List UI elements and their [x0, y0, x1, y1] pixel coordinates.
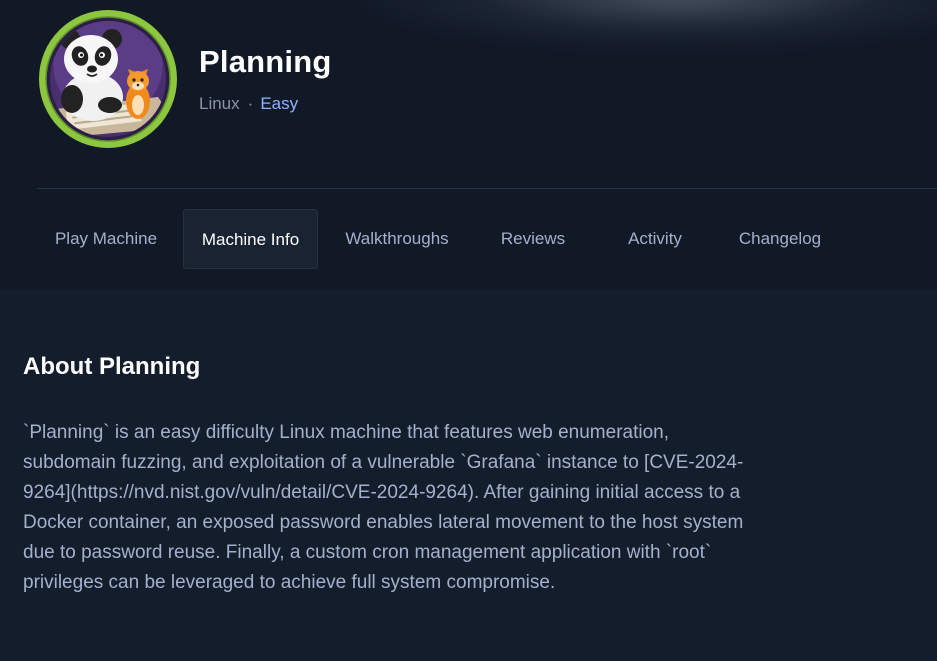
machine-meta: Linux · Easy [199, 94, 298, 114]
tab-machine-info[interactable]: Machine Info [183, 209, 318, 269]
panda-and-fox-avatar-icon [38, 9, 178, 149]
header-divider [37, 188, 937, 189]
tab-reviews[interactable]: Reviews [477, 209, 589, 269]
about-title: About Planning [23, 353, 201, 380]
tab-changelog[interactable]: Changelog [721, 209, 839, 269]
header-background-glow [360, 0, 937, 50]
about-description: `Planning` is an easy difficulty Linux m… [23, 422, 744, 593]
machine-header: Planning Linux · Easy Play Machine Machine… [0, 0, 937, 290]
tab-activity[interactable]: Activity [601, 209, 709, 269]
tab-walkthroughs[interactable]: Walkthroughs [327, 209, 467, 269]
machine-title: Planning [199, 44, 332, 79]
tab-play-machine[interactable]: Play Machine [37, 209, 175, 269]
meta-separator: · [247, 94, 254, 113]
machine-page: Planning Linux · Easy Play Machine Machine… [0, 0, 937, 661]
machine-os: Linux [199, 94, 240, 113]
difficulty-badge[interactable]: Easy [260, 94, 298, 113]
